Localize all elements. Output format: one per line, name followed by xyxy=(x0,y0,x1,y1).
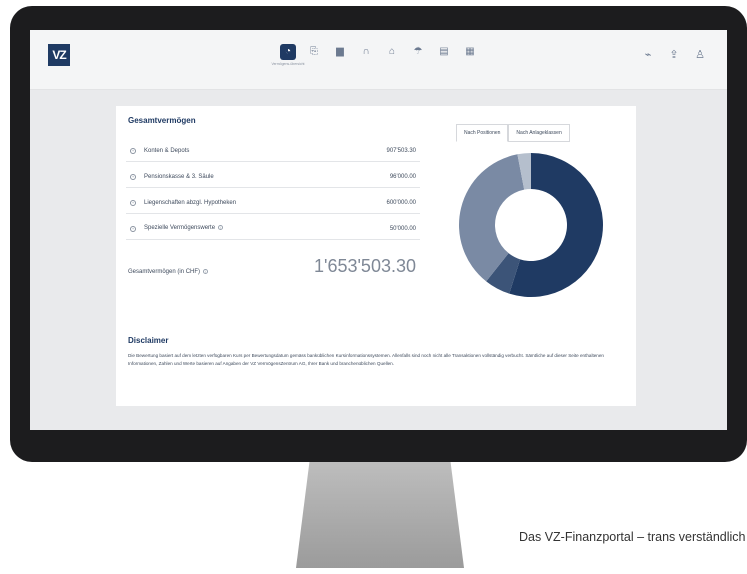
row-value: 907'503.30 xyxy=(386,147,416,154)
allocation-donut-chart xyxy=(459,153,603,297)
total-label-text: Gesamtvermögen (in CHF) xyxy=(128,269,201,276)
disclaimer-text: Die Bewertung basiert auf dem letzten ve… xyxy=(128,353,604,366)
expand-icon[interactable]: + xyxy=(130,147,136,154)
total-label: Gesamtvermögen (in CHF) i xyxy=(128,269,209,276)
monitor-stand xyxy=(296,462,464,568)
row-value: 50'000.00 xyxy=(389,225,416,232)
expand-icon[interactable]: + xyxy=(130,199,136,206)
tab-by-position[interactable]: Nach Positionen xyxy=(456,124,509,142)
main-nav: ◔ Vermögens-übersicht ⎘ ▆ ∩ ⌂ ☂ ▤ ▦ xyxy=(271,44,478,66)
nav-item-overview[interactable]: ◔ Vermögens-übersicht xyxy=(271,44,305,66)
expand-icon[interactable]: + xyxy=(130,173,136,180)
chart-icon[interactable]: ⌁ xyxy=(641,48,655,62)
tab-by-asset-class[interactable]: Nach Anlageklassen xyxy=(508,124,570,142)
info-icon[interactable]: i xyxy=(218,225,224,231)
row-label: Pensionskasse & 3. Säule xyxy=(144,173,214,180)
wealth-row[interactable]: + Pensionskasse & 3. Säule 96'000.00 xyxy=(126,166,420,188)
nav-item-bank[interactable]: ⌂ xyxy=(384,44,400,60)
monitor-screen: VZ ◔ Vermögens-übersicht ⎘ ▆ ∩ ⌂ ☂ ▤ ▦ ⌁… xyxy=(30,30,727,430)
arch-icon: ∩ xyxy=(362,46,370,57)
info-icon[interactable]: i xyxy=(203,269,209,274)
nav-item-mortgage[interactable]: ∩ xyxy=(358,44,374,60)
wealth-row[interactable]: + Liegenschaften abzgl. Hypotheken 600'0… xyxy=(126,192,420,214)
document-search-icon: ⎘ xyxy=(310,46,318,57)
marketing-image: VZ ◔ Vermögens-übersicht ⎘ ▆ ∩ ⌂ ☂ ▤ ▦ ⌁… xyxy=(0,0,747,574)
total-value: 1'653'503.30 xyxy=(314,256,416,276)
upload-icon[interactable]: ⇪ xyxy=(667,48,681,62)
vz-logo[interactable]: VZ xyxy=(48,44,70,66)
row-label: Konten & Depots xyxy=(144,147,190,154)
row-value: 600'000.00 xyxy=(386,199,416,206)
row-label: Spezielle Vermögenswerte i xyxy=(144,225,390,232)
nav-item-label: Vermögens-übersicht xyxy=(271,62,305,66)
wealth-row[interactable]: + Konten & Depots 907'503.30 xyxy=(126,140,420,162)
caption-text: Das VZ-Finanzportal – trans verständlich xyxy=(519,530,746,544)
nav-item-buildings[interactable]: ▆ xyxy=(332,44,348,60)
row-label-text: Spezielle Vermögenswerte xyxy=(144,225,216,232)
row-value: 96'000.00 xyxy=(389,173,416,180)
row-label: Liegenschaften abzgl. Hypotheken xyxy=(144,199,237,206)
header-actions: ⌁ ⇪ ♙ xyxy=(641,48,707,62)
nav-item-insurance[interactable]: ☂ xyxy=(410,44,426,60)
panel-title: Gesamtvermögen xyxy=(128,116,196,125)
nav-item-files[interactable]: ▤ xyxy=(436,44,452,60)
top-bar: VZ ◔ Vermögens-übersicht ⎘ ▆ ∩ ⌂ ☂ ▤ ▦ ⌁… xyxy=(30,30,727,90)
wealth-panel: Gesamtvermögen Nach Positionen Nach Anla… xyxy=(116,106,636,406)
file-icon: ▤ xyxy=(439,46,449,57)
wealth-row[interactable]: + Spezielle Vermögenswerte i 50'000.00 xyxy=(126,218,420,240)
building-icon: ▆ xyxy=(336,46,344,57)
calculator-icon: ▦ xyxy=(465,46,475,57)
expand-icon[interactable]: + xyxy=(130,225,136,232)
clock-icon: ◔ xyxy=(280,44,296,60)
user-icon[interactable]: ♙ xyxy=(693,48,707,62)
bank-icon: ⌂ xyxy=(388,46,396,57)
nav-item-documents[interactable]: ⎘ xyxy=(306,44,322,60)
disclaimer-title: Disclaimer xyxy=(128,336,169,345)
nav-item-calculator[interactable]: ▦ xyxy=(462,44,478,60)
view-tabs: Nach Positionen Nach Anlageklassen xyxy=(456,124,570,142)
umbrella-icon: ☂ xyxy=(413,46,423,57)
